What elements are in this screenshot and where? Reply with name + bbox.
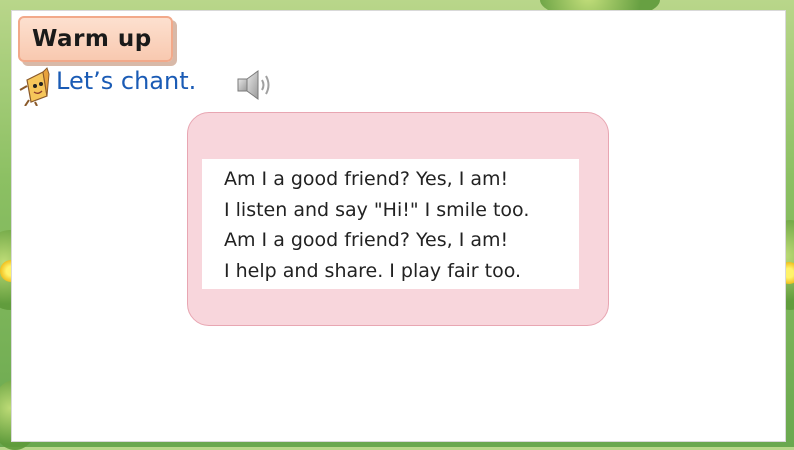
chant-text-box: Am I a good friend? Yes, I am! I listen … bbox=[202, 159, 579, 289]
instruction-text: Let’s chant. bbox=[56, 67, 197, 95]
chant-line: I listen and say "Hi!" I smile too. bbox=[224, 198, 530, 221]
chant-line: Am I a good friend? Yes, I am! bbox=[224, 229, 509, 251]
section-tab: Warm up bbox=[18, 16, 173, 62]
chant-line: Am I a good friend? Yes, I am! bbox=[224, 168, 509, 190]
chant-card: Am I a good friend? Yes, I am! I listen … bbox=[187, 112, 609, 326]
speaker-icon[interactable] bbox=[236, 68, 276, 102]
pencil-mascot-icon bbox=[19, 67, 50, 106]
chant-line: I help and share. I play fair too. bbox=[224, 259, 522, 282]
section-title: Warm up bbox=[32, 26, 152, 52]
slide-canvas: Warm up Let’s chant. Am I a good friend?… bbox=[11, 10, 786, 442]
